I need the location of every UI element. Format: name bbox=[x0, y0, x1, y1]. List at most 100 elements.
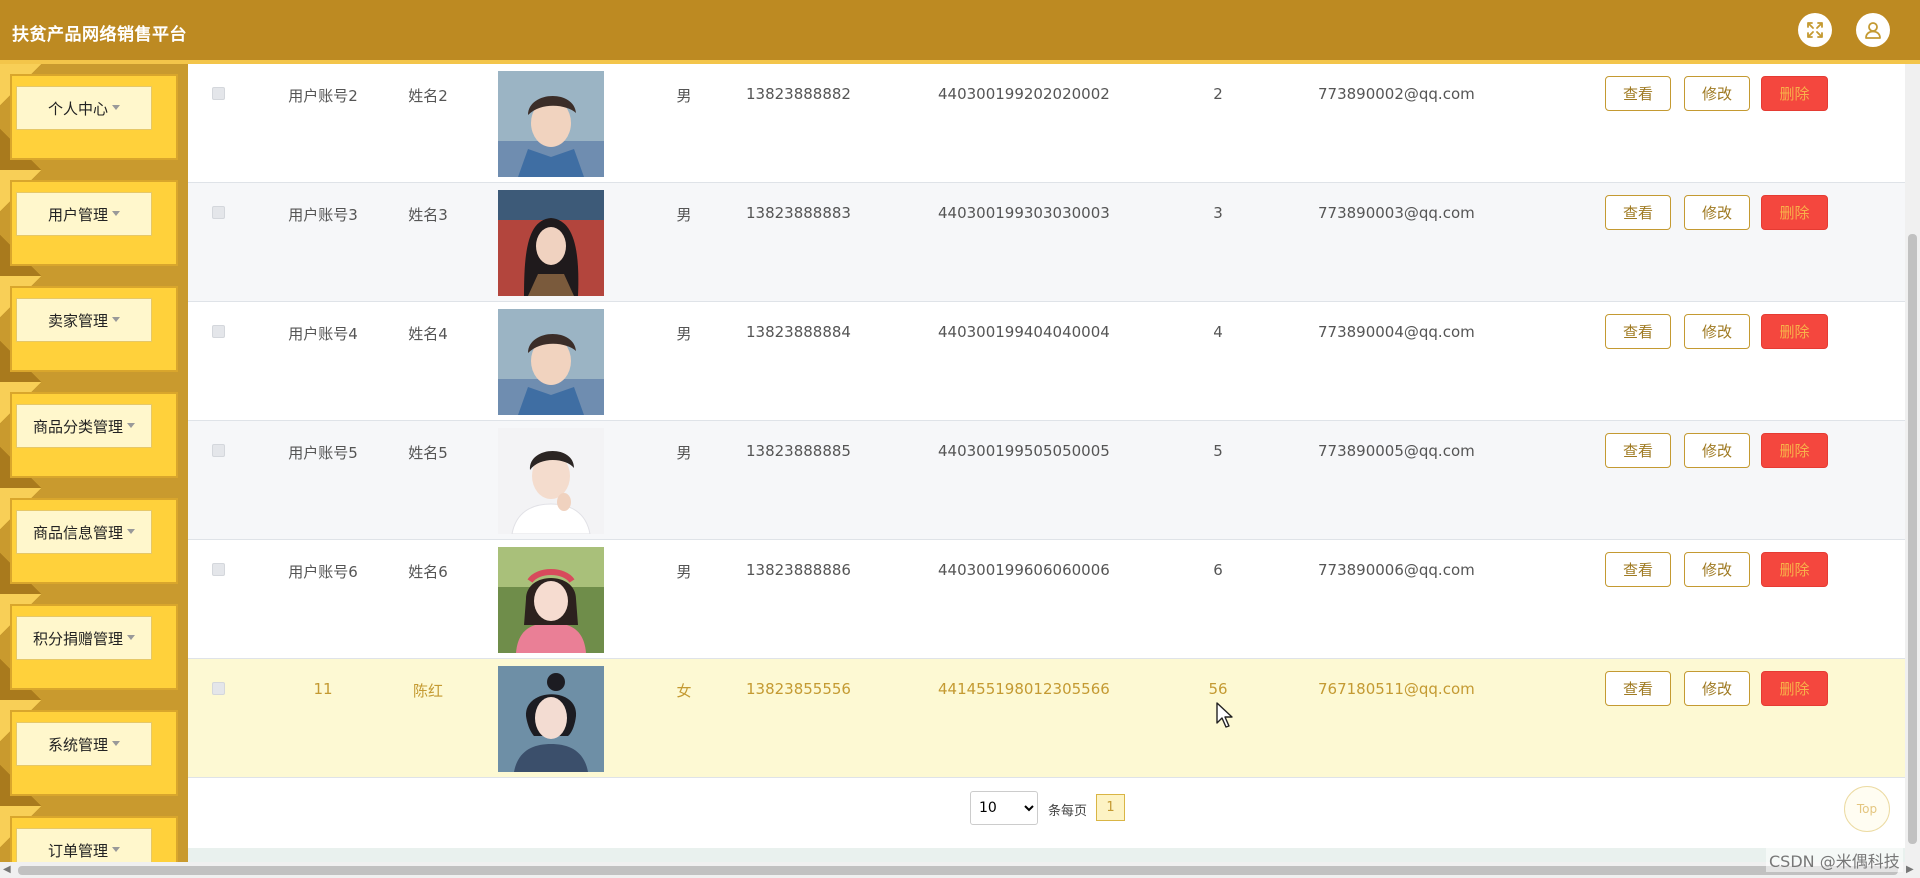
row-checkbox[interactable] bbox=[212, 444, 225, 457]
avatar-photo bbox=[498, 547, 604, 653]
page-number-button[interactable]: 1 bbox=[1096, 794, 1125, 821]
delete-button[interactable]: 删除 bbox=[1761, 314, 1828, 349]
name-cell: 姓名5 bbox=[408, 444, 448, 462]
id-card-cell: 440300199202020002 bbox=[938, 85, 1110, 103]
name-cell: 陈红 bbox=[412, 682, 443, 700]
user-table: 用户账号2 姓名2 男 13823888882 4403001992020200… bbox=[188, 64, 1920, 848]
row-checkbox[interactable] bbox=[212, 325, 225, 338]
row-checkbox[interactable] bbox=[212, 682, 225, 695]
delete-button[interactable]: 删除 bbox=[1761, 433, 1828, 468]
caret-down-icon bbox=[127, 528, 135, 534]
sidebar-item-label: 系统管理 bbox=[47, 735, 108, 754]
avatar-photo bbox=[498, 71, 604, 177]
user-icon bbox=[1865, 22, 1881, 39]
phone-cell: 13823888886 bbox=[746, 561, 851, 579]
id-card-cell: 440300199303030003 bbox=[938, 204, 1110, 222]
app-title: 扶贫产品网络销售平台 bbox=[12, 25, 187, 45]
table-row: 用户账号2 姓名2 男 13823888882 4403001992020200… bbox=[188, 64, 1920, 183]
sidebar-item-label: 积分捐赠管理 bbox=[32, 629, 123, 648]
edit-button[interactable]: 修改 bbox=[1684, 671, 1750, 706]
account-cell: 用户账号6 bbox=[288, 563, 358, 581]
sidebar-item-product-management[interactable]: 商品信息管理 bbox=[0, 488, 188, 594]
points-cell: 6 bbox=[1213, 561, 1223, 579]
email-cell: 773890005@qq.com bbox=[1318, 442, 1475, 460]
points-cell: 2 bbox=[1213, 85, 1223, 103]
name-cell: 姓名2 bbox=[408, 87, 448, 105]
edit-button[interactable]: 修改 bbox=[1684, 314, 1750, 349]
edit-button[interactable]: 修改 bbox=[1684, 195, 1750, 230]
email-cell: 773890003@qq.com bbox=[1318, 204, 1475, 222]
email-cell: 773890002@qq.com bbox=[1318, 85, 1475, 103]
scroll-left-icon[interactable]: ◀ bbox=[3, 864, 11, 875]
row-checkbox[interactable] bbox=[212, 206, 225, 219]
sidebar-item-seller-management[interactable]: 卖家管理 bbox=[0, 276, 188, 382]
avatar-photo bbox=[498, 666, 604, 772]
sidebar-item-user-management[interactable]: 用户管理 bbox=[0, 170, 188, 276]
sidebar-item-label: 卖家管理 bbox=[47, 311, 108, 330]
email-cell: 767180511@qq.com bbox=[1318, 680, 1475, 698]
fullscreen-button[interactable] bbox=[1798, 13, 1832, 47]
account-cell: 用户账号4 bbox=[288, 325, 358, 343]
row-checkbox[interactable] bbox=[212, 87, 225, 100]
avatar-photo bbox=[498, 190, 604, 296]
edit-button[interactable]: 修改 bbox=[1684, 76, 1750, 111]
edit-button[interactable]: 修改 bbox=[1684, 552, 1750, 587]
view-button[interactable]: 查看 bbox=[1605, 76, 1671, 111]
view-button[interactable]: 查看 bbox=[1605, 314, 1671, 349]
view-button[interactable]: 查看 bbox=[1605, 433, 1671, 468]
scroll-thumb[interactable] bbox=[18, 866, 1898, 875]
scroll-right-icon[interactable]: ▶ bbox=[1906, 864, 1914, 875]
id-card-cell: 441455198012305566 bbox=[938, 680, 1110, 698]
sidebar-item-label: 用户管理 bbox=[47, 205, 108, 224]
horizontal-scrollbar[interactable]: ◀ ▶ bbox=[0, 862, 1920, 878]
page-size-select[interactable]: 10 bbox=[970, 791, 1038, 825]
delete-button[interactable]: 删除 bbox=[1761, 552, 1828, 587]
phone-cell: 13823855556 bbox=[746, 680, 851, 698]
sidebar-item-system-management[interactable]: 系统管理 bbox=[0, 700, 188, 806]
view-button[interactable]: 查看 bbox=[1605, 195, 1671, 230]
back-to-top-button[interactable]: Top bbox=[1844, 786, 1890, 832]
sidebar-item-order-management[interactable]: 订单管理 bbox=[0, 806, 188, 862]
sidebar: 个人中心 用户管理 卖家管理 商品分类管理 商品信息管理 积分捐赠管理 系统管理… bbox=[0, 64, 188, 862]
row-checkbox[interactable] bbox=[212, 563, 225, 576]
fullscreen-icon bbox=[1807, 22, 1823, 38]
caret-down-icon bbox=[112, 210, 120, 216]
phone-cell: 13823888883 bbox=[746, 204, 851, 222]
points-cell: 4 bbox=[1213, 323, 1223, 341]
caret-down-icon bbox=[112, 316, 120, 322]
user-menu-button[interactable] bbox=[1856, 13, 1890, 47]
sidebar-item-category-management[interactable]: 商品分类管理 bbox=[0, 382, 188, 488]
gender-cell: 男 bbox=[676, 563, 692, 581]
view-button[interactable]: 查看 bbox=[1605, 552, 1671, 587]
delete-button[interactable]: 删除 bbox=[1761, 76, 1828, 111]
pagination: 10 条每页 1 Top bbox=[188, 776, 1920, 838]
sidebar-item-personal-center[interactable]: 个人中心 bbox=[0, 64, 188, 170]
account-cell: 用户账号5 bbox=[288, 444, 358, 462]
id-card-cell: 440300199606060006 bbox=[938, 561, 1110, 579]
points-cell: 56 bbox=[1208, 680, 1228, 698]
scroll-thumb[interactable] bbox=[1908, 234, 1917, 844]
watermark: CSDN @米偶科技 bbox=[1766, 848, 1903, 872]
table-row: 用户账号4 姓名4 男 13823888884 4403001994040400… bbox=[188, 302, 1920, 421]
caret-down-icon bbox=[127, 634, 135, 640]
view-button[interactable]: 查看 bbox=[1605, 671, 1671, 706]
delete-button[interactable]: 删除 bbox=[1761, 195, 1828, 230]
sidebar-item-label: 个人中心 bbox=[47, 99, 108, 118]
phone-cell: 13823888885 bbox=[746, 442, 851, 460]
edit-button[interactable]: 修改 bbox=[1684, 433, 1750, 468]
table-row: 用户账号3 姓名3 男 13823888883 4403001993030300… bbox=[188, 183, 1920, 302]
vertical-scrollbar[interactable] bbox=[1905, 64, 1920, 862]
name-cell: 姓名3 bbox=[408, 206, 448, 224]
name-cell: 姓名6 bbox=[408, 563, 448, 581]
phone-cell: 13823888884 bbox=[746, 323, 851, 341]
sidebar-item-label: 订单管理 bbox=[47, 841, 108, 860]
account-cell: 用户账号3 bbox=[288, 206, 358, 224]
sidebar-item-points-donation[interactable]: 积分捐赠管理 bbox=[0, 594, 188, 700]
footer-bar bbox=[188, 848, 1920, 862]
points-cell: 5 bbox=[1213, 442, 1223, 460]
caret-down-icon bbox=[112, 104, 120, 110]
delete-button[interactable]: 删除 bbox=[1761, 671, 1828, 706]
account-cell: 用户账号2 bbox=[288, 87, 358, 105]
email-cell: 773890004@qq.com bbox=[1318, 323, 1475, 341]
id-card-cell: 440300199404040004 bbox=[938, 323, 1110, 341]
